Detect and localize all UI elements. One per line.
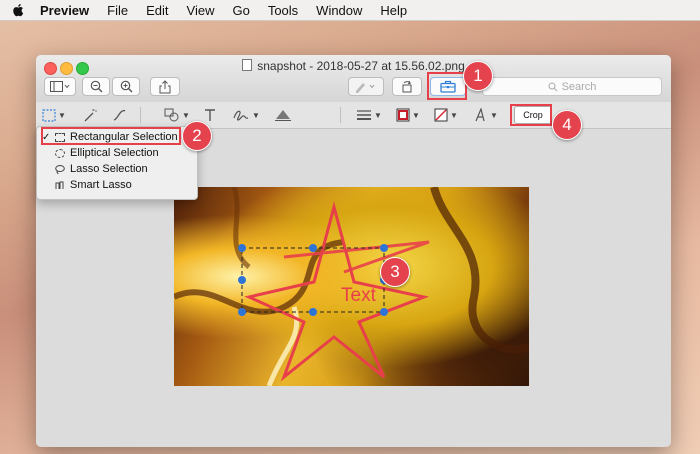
- text-style-icon: [475, 108, 485, 122]
- menu-tools[interactable]: Tools: [268, 3, 298, 18]
- lasso-icon: [55, 164, 65, 174]
- document-image[interactable]: Text: [174, 187, 529, 386]
- window-titlebar: snapshot - 2018-05-27 at 15.56.02.png Se…: [36, 55, 671, 103]
- highlight-box-crop: [510, 104, 552, 126]
- sidebar-icon: [50, 80, 70, 92]
- menu-app-name[interactable]: Preview: [40, 3, 89, 18]
- sidebar-view-button[interactable]: [44, 77, 76, 96]
- highlight-box-rectangular-selection: [41, 127, 181, 145]
- callout-1: 1: [463, 61, 493, 91]
- window-title-text: snapshot - 2018-05-27 at 15.56.02.png: [257, 59, 465, 73]
- shapes-button[interactable]: ▼: [164, 106, 190, 124]
- apple-menu-icon[interactable]: [12, 3, 26, 17]
- menu-file[interactable]: File: [107, 3, 128, 18]
- document-icon: [242, 59, 253, 71]
- sign-button[interactable]: ▼: [232, 106, 260, 124]
- callout-4: 4: [552, 110, 582, 140]
- menu-bar: Preview File Edit View Go Tools Window H…: [0, 0, 700, 21]
- menu-window[interactable]: Window: [316, 3, 362, 18]
- magic-wand-icon: [84, 109, 97, 122]
- zoom-out-button[interactable]: [82, 77, 110, 96]
- share-icon: [159, 79, 171, 93]
- menu-edit[interactable]: Edit: [146, 3, 168, 18]
- highlighter-icon: [356, 82, 375, 93]
- text-annotation[interactable]: Text: [341, 285, 376, 307]
- selection-handle[interactable]: [309, 308, 317, 316]
- menu-help[interactable]: Help: [380, 3, 407, 18]
- selection-handle[interactable]: [238, 276, 246, 284]
- signature-icon: [233, 110, 249, 121]
- menu-item-smart-lasso[interactable]: Smart Lasso: [37, 177, 197, 193]
- toolbar-divider: [340, 107, 341, 123]
- menu-view[interactable]: View: [187, 3, 215, 18]
- smart-lasso-icon: [55, 181, 64, 189]
- selection-handle[interactable]: [380, 308, 388, 316]
- search-field[interactable]: Search: [482, 77, 662, 96]
- selection-handle[interactable]: [238, 308, 246, 316]
- rectangular-selection-icon: [42, 108, 56, 122]
- highlight-button[interactable]: [348, 77, 384, 96]
- menu-item-label: Elliptical Selection: [70, 147, 159, 159]
- selection-handle[interactable]: [309, 244, 317, 252]
- chevron-down-icon: ▼: [450, 110, 458, 120]
- elliptical-selection-icon: [55, 148, 65, 158]
- chevron-down-icon: ▼: [252, 110, 260, 120]
- text-style-button[interactable]: ▼: [474, 106, 498, 124]
- menu-item-label: Lasso Selection: [70, 163, 148, 175]
- adjust-color-icon: [275, 110, 291, 121]
- chevron-down-icon: ▼: [58, 110, 66, 120]
- instant-alpha-button[interactable]: [82, 106, 98, 124]
- menu-item-lasso-selection[interactable]: Lasso Selection: [37, 161, 197, 177]
- zoom-in-button[interactable]: [112, 77, 140, 96]
- selection-handle[interactable]: [238, 244, 246, 252]
- chevron-down-icon: ▼: [374, 110, 382, 120]
- menu-item-elliptical-selection[interactable]: Elliptical Selection: [37, 145, 197, 161]
- star-annotation[interactable]: [244, 201, 430, 382]
- adjust-color-button[interactable]: [274, 106, 292, 124]
- zoom-out-icon: [90, 80, 102, 93]
- chevron-down-icon: ▼: [412, 110, 420, 120]
- callout-2: 2: [182, 121, 212, 151]
- callout-3: 3: [380, 257, 410, 287]
- selection-handle[interactable]: [380, 244, 388, 252]
- border-color-icon: [396, 108, 410, 122]
- zoom-in-icon: [120, 80, 132, 93]
- share-button[interactable]: [150, 77, 180, 96]
- chevron-down-icon: ▼: [490, 110, 498, 120]
- text-tool-button[interactable]: [204, 106, 216, 124]
- shape-style-button[interactable]: ▼: [356, 106, 382, 124]
- rotate-button[interactable]: [392, 77, 422, 96]
- shapes-icon: [164, 108, 179, 122]
- sketch-icon: [113, 109, 126, 121]
- menu-item-label: Smart Lasso: [70, 179, 132, 191]
- highlight-box-toolbox: [427, 72, 467, 100]
- line-style-icon: [357, 110, 371, 120]
- text-icon: [205, 109, 215, 121]
- toolbar-divider: [140, 107, 141, 123]
- fill-color-icon: [434, 108, 448, 122]
- search-placeholder: Search: [561, 80, 597, 93]
- search-icon: [548, 82, 557, 91]
- chevron-down-icon: ▼: [182, 110, 190, 120]
- border-color-button[interactable]: ▼: [396, 106, 420, 124]
- menu-go[interactable]: Go: [232, 3, 249, 18]
- selection-tool-button[interactable]: ▼: [42, 106, 66, 124]
- fill-color-button[interactable]: ▼: [434, 106, 458, 124]
- window-title: snapshot - 2018-05-27 at 15.56.02.png: [36, 59, 671, 73]
- rotate-icon: [402, 80, 412, 93]
- sketch-button[interactable]: [112, 106, 128, 124]
